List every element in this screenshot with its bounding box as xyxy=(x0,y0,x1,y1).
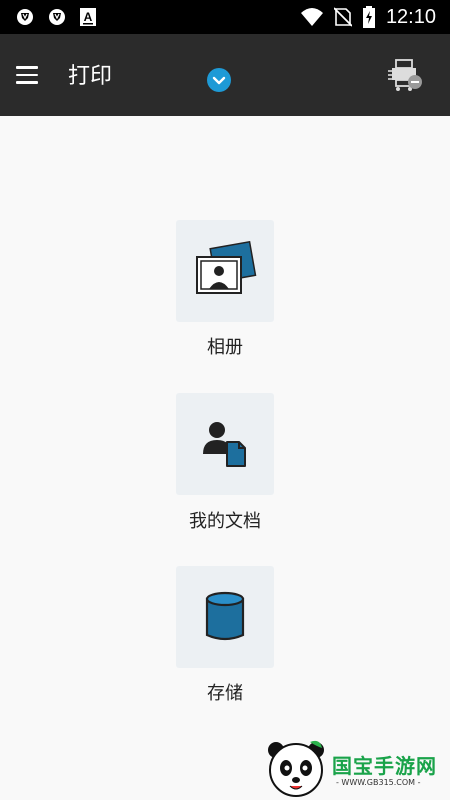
page-title: 打印 xyxy=(68,64,113,89)
battery-charging-icon xyxy=(362,6,375,28)
photos-tile[interactable] xyxy=(176,220,274,322)
wifi-icon xyxy=(300,8,323,26)
storage-label: 存储 xyxy=(207,683,243,704)
my-documents-tile[interactable] xyxy=(176,393,274,495)
no-sim-icon xyxy=(333,7,352,27)
status-notifications: A xyxy=(16,8,96,26)
storage-tile[interactable] xyxy=(176,566,274,668)
photos-icon xyxy=(196,241,257,294)
my-documents-icon xyxy=(203,422,246,467)
storage-icon xyxy=(205,591,245,641)
shield-notification-icon xyxy=(17,9,33,25)
watermark-text: 国宝手游网 xyxy=(332,754,437,778)
watermark-subtext: - WWW.GB315.COM - xyxy=(336,778,421,787)
app-bar: 打印 xyxy=(0,34,450,116)
panda-logo-icon xyxy=(268,740,324,797)
printer-status-icon[interactable] xyxy=(386,56,426,96)
status-system: 12:10 xyxy=(300,6,436,29)
shield-notification-icon xyxy=(49,9,65,25)
chevron-down-icon[interactable] xyxy=(207,68,231,92)
status-time: 12:10 xyxy=(385,5,436,28)
my-documents-label: 我的文档 xyxy=(189,511,261,532)
status-bar: A 12:10 xyxy=(0,0,450,34)
photos-label: 相册 xyxy=(207,337,243,358)
svg-text:A: A xyxy=(84,10,93,24)
watermark-logo: 国宝手游网 - WWW.GB315.COM - xyxy=(266,738,446,798)
hamburger-menu-icon[interactable] xyxy=(16,66,38,84)
font-a-icon: A xyxy=(80,8,96,26)
